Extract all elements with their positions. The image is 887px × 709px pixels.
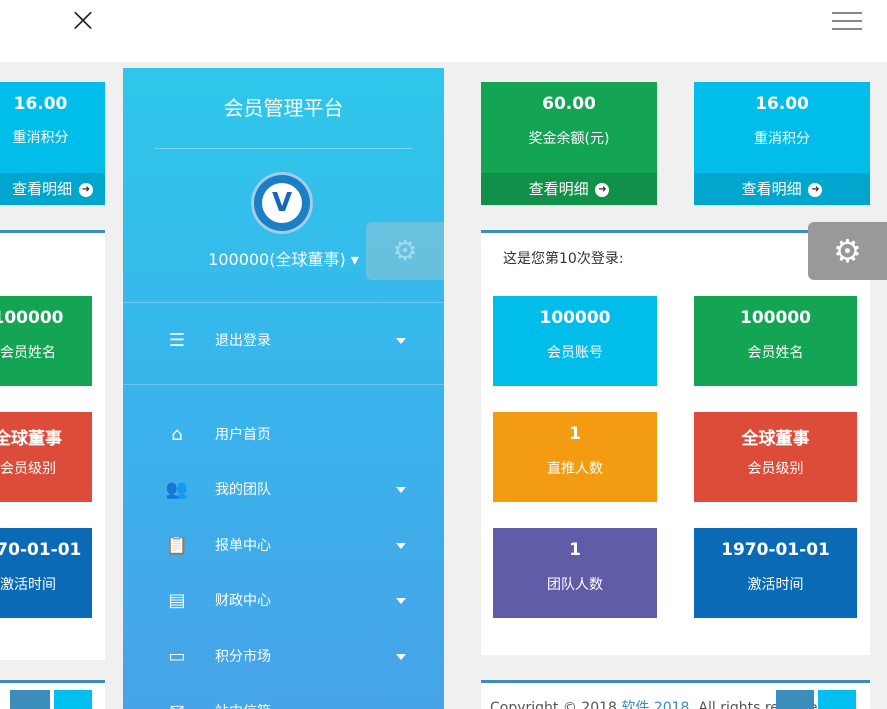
left-card-name: 100000 会员姓名	[0, 296, 92, 386]
caret-down-icon	[396, 543, 406, 549]
menu-label: 我的团队	[215, 482, 271, 498]
arrow-right-icon: ➜	[595, 182, 610, 197]
caret-down-icon	[396, 338, 406, 344]
menu-item-home[interactable]: ⌂ 用户首页	[123, 415, 444, 455]
divider	[123, 302, 444, 303]
home-icon: ⌂	[171, 424, 183, 445]
list-icon: ☰	[168, 330, 186, 351]
mail-icon: ✉	[165, 700, 189, 709]
left-button-light[interactable]	[54, 690, 92, 709]
menu-label: 报单中心	[215, 538, 271, 554]
menu-item-logout[interactable]: ☰ 退出登录	[123, 321, 444, 361]
clipboard-icon: 📋	[165, 535, 189, 556]
bottom-button-dark[interactable]	[776, 690, 814, 709]
top-bar: ×	[0, 0, 887, 62]
login-count-text: 这是您第10次登录:	[503, 251, 624, 267]
users-icon: 👥	[165, 479, 189, 500]
menu-icon[interactable]	[832, 12, 862, 32]
menu-item-finance[interactable]: ▤ 财政中心	[123, 581, 444, 621]
info-card-level: 全球董事 会员级别	[694, 412, 857, 502]
info-card-direct-count: 1 直推人数	[493, 412, 657, 502]
left-card-points: 16.00 重消积分 查看明细 ➜	[0, 82, 105, 205]
menu-item-market[interactable]: ▭ 积分市场	[123, 637, 444, 677]
divider	[123, 384, 444, 385]
menu-label: 积分市场	[215, 649, 271, 665]
settings-gear-button[interactable]: ⚙	[808, 222, 887, 280]
platform-title: 会员管理平台	[223, 96, 344, 120]
view-detail-link[interactable]: 查看明细 ➜	[694, 173, 870, 205]
info-card-activation: 1970-01-01 激活时间	[694, 528, 857, 618]
menu-item-orders[interactable]: 📋 报单中心	[123, 526, 444, 566]
menu-label: 退出登录	[215, 333, 271, 349]
sidebar: 会员管理平台 V 100000(全球董事) ▾ ☰ 退出登录 ⌂ 用户首页 👥 …	[123, 68, 444, 709]
gear-icon: ⚙	[833, 232, 862, 270]
card-consume-points: 16.00 重消积分 查看明细 ➜	[694, 82, 870, 205]
info-card-account: 100000 会员账号	[493, 296, 657, 386]
ledger-icon: ▤	[168, 590, 186, 611]
menu-label: 财政中心	[215, 593, 271, 609]
arrow-right-icon: ➜	[808, 182, 823, 197]
menu-label: 用户首页	[215, 427, 271, 443]
card-bonus-balance: 60.00 奖金余额(元) 查看明细 ➜	[481, 82, 657, 205]
close-icon[interactable]: ×	[68, 3, 98, 37]
menu-item-team[interactable]: 👥 我的团队	[123, 470, 444, 510]
info-card-name: 100000 会员姓名	[694, 296, 857, 386]
menu-item-mail[interactable]: ✉ 站内信箱	[123, 692, 444, 709]
bottom-button-light[interactable]	[818, 690, 856, 709]
menu-label: 站内信箱	[215, 692, 271, 709]
caret-down-icon	[396, 654, 406, 660]
caret-down-icon	[396, 598, 406, 604]
avatar[interactable]: V	[251, 172, 313, 234]
logo-icon: V	[262, 183, 302, 223]
left-card-activation: 1970-01-01 激活时间	[0, 528, 92, 618]
gear-icon: ⚙	[366, 222, 444, 280]
footer-link[interactable]: 软件 2018	[621, 700, 689, 709]
left-view-detail-link[interactable]: 查看明细 ➜	[0, 173, 105, 205]
view-detail-link[interactable]: 查看明细 ➜	[481, 173, 657, 205]
left-card-level: 全球董事 会员级别	[0, 412, 92, 502]
info-card-team-count: 1 团队人数	[493, 528, 657, 618]
divider	[155, 148, 412, 149]
left-button-dark[interactable]	[10, 690, 50, 709]
caret-down-icon	[396, 487, 406, 493]
wallet-icon: ▭	[168, 646, 186, 667]
